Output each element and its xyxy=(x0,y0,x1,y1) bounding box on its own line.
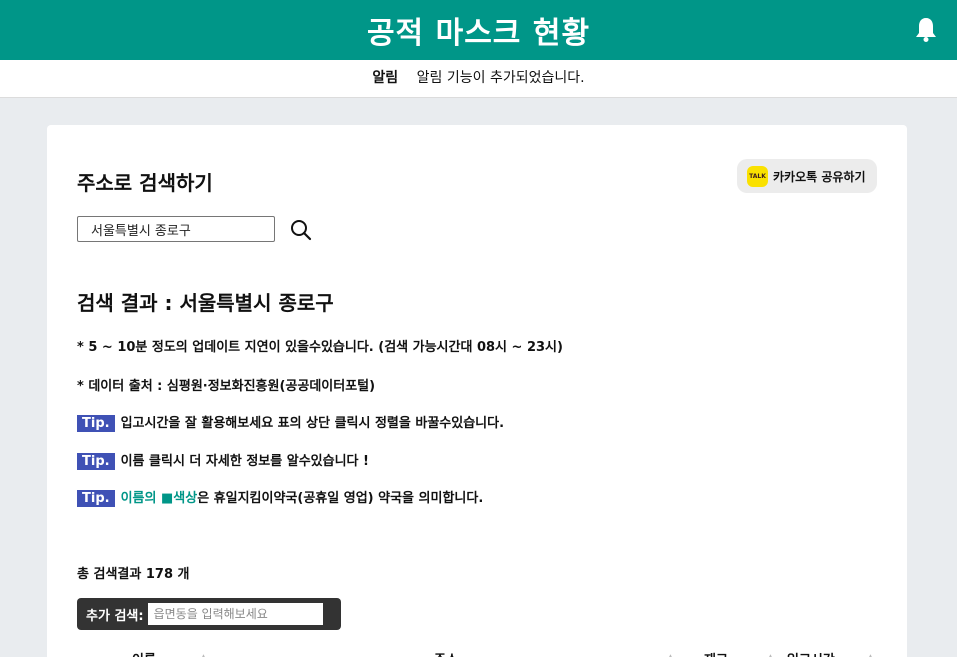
main-card: 주소로 검색하기 TALK 카카오톡 공유하기 검색 결과 : 서울특별시 종로… xyxy=(47,125,907,657)
column-header-arrival-time[interactable]: 입고시간 xyxy=(787,649,835,657)
extra-search-label: 추가 검색: xyxy=(86,608,144,624)
kakao-share-label: 카카오톡 공유하기 xyxy=(773,169,866,184)
page-title: 공적 마스크 현황 xyxy=(366,16,591,51)
sort-icon[interactable]: ▲ xyxy=(767,653,774,657)
address-search-input[interactable] xyxy=(77,216,275,242)
notice-message: 알림 기능이 추가되었습니다. xyxy=(416,70,585,86)
sort-icon[interactable]: ▲ xyxy=(200,653,207,657)
data-source-note: * 데이터 출처 : 심평원·정보화진흥원(공공데이터포털) xyxy=(77,379,376,394)
tip-name-click: Tip. 이름 클릭시 더 자세한 정보를 알수있습니다 ! xyxy=(77,450,369,470)
tip-text: 은 휴일지킴이약국(공휴일 영업) 약국을 의미합니다. xyxy=(197,491,484,506)
tip-holiday-pharmacy: Tip. 이름의 ■색상은 휴일지킴이약국(공휴일 영업) 약국을 의미합니다. xyxy=(77,487,483,507)
tip-colored-text: 이름의 ■색상 xyxy=(120,491,198,506)
sort-icon[interactable]: ▲ xyxy=(667,653,674,657)
tip-badge: Tip. xyxy=(77,490,115,507)
tip-sort: Tip. 입고시간을 잘 활용해보세요 표의 상단 클릭시 정렬을 바꿀수있습니다… xyxy=(77,412,504,432)
column-header-address[interactable]: 주소 xyxy=(434,649,458,657)
search-section-title: 주소로 검색하기 xyxy=(77,171,213,195)
extra-search-box: 추가 검색: xyxy=(77,598,341,630)
kakao-share-button[interactable]: TALK 카카오톡 공유하기 xyxy=(737,159,877,193)
tip-text: 이름 클릭시 더 자세한 정보를 알수있습니다 ! xyxy=(120,454,369,469)
update-note: * 5 ~ 10분 정도의 업데이트 지연이 있을수있습니다. (검색 가능시간… xyxy=(77,340,563,355)
table-header-row: 이름 ▲ 주소 ▲ 재고 ▲ 입고시간 ▲ xyxy=(77,649,877,657)
column-header-stock[interactable]: 재고 xyxy=(704,649,728,657)
bell-icon[interactable] xyxy=(915,16,937,42)
total-result-count: 총 검색결과 178 개 xyxy=(77,567,190,582)
notice-bar: 알림 알림 기능이 추가되었습니다. xyxy=(0,60,957,98)
search-icon[interactable] xyxy=(290,219,312,241)
notice-label: 알림 xyxy=(372,70,399,86)
sort-icon[interactable]: ▲ xyxy=(867,653,874,657)
extra-search-input[interactable] xyxy=(147,603,323,625)
kakao-talk-icon: TALK xyxy=(747,165,768,187)
app-header: 공적 마스크 현황 xyxy=(0,0,957,60)
tip-text: 입고시간을 잘 활용해보세요 표의 상단 클릭시 정렬을 바꿀수있습니다. xyxy=(120,416,505,431)
tip-badge: Tip. xyxy=(77,453,115,470)
result-title: 검색 결과 : 서울특별시 종로구 xyxy=(77,291,334,315)
column-header-name[interactable]: 이름 xyxy=(132,649,156,657)
tip-badge: Tip. xyxy=(77,415,115,432)
